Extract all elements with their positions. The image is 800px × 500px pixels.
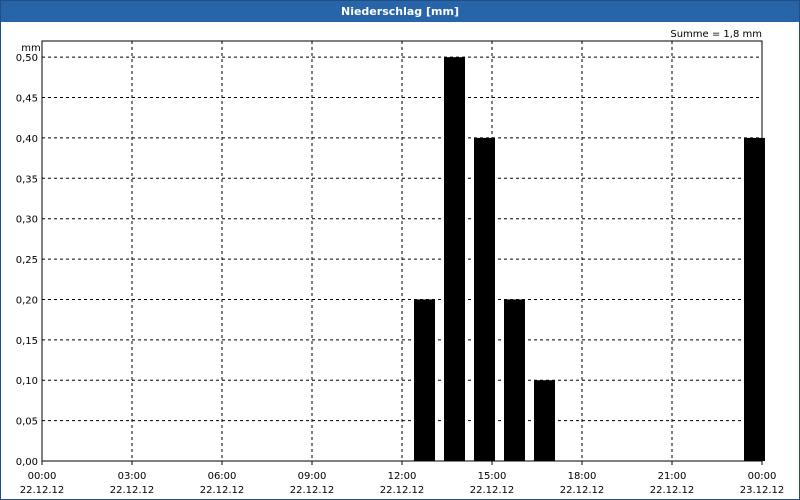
x-tick-time: 18:00: [568, 471, 597, 482]
x-tick-date: 22.12.12: [20, 485, 65, 496]
x-tick-time: 00:00: [748, 471, 777, 482]
y-tick-label: 0,40: [16, 134, 38, 145]
bar: [474, 137, 495, 461]
x-tick-time: 15:00: [478, 471, 507, 482]
y-tick-label: 0,15: [16, 336, 38, 347]
chart-window: Niederschlag [mm] Summe = 1,8 mm mm 0,00…: [0, 0, 800, 500]
x-tick-date: 22.12.12: [110, 485, 155, 496]
x-tick-date: 22.12.12: [470, 485, 515, 496]
sum-annotation: Summe = 1,8 mm: [670, 29, 762, 40]
x-tick-date: 22.12.12: [200, 485, 245, 496]
x-tick-date: 22.12.12: [560, 485, 605, 496]
x-tick-date: 22.12.12: [650, 485, 695, 496]
bar: [504, 299, 525, 461]
y-tick-label: 0,35: [16, 174, 38, 185]
y-tick-label: 0,20: [16, 295, 38, 306]
x-tick-date: 22.12.12: [290, 485, 335, 496]
x-tick-date: 22.12.12: [380, 485, 425, 496]
bar: [534, 380, 555, 461]
x-tick-time: 09:00: [298, 471, 327, 482]
bar: [444, 57, 465, 462]
x-tick-date: 23.12.12: [740, 485, 785, 496]
grid-lines: [42, 41, 762, 461]
x-tick-time: 06:00: [208, 471, 237, 482]
x-tick-time: 00:00: [28, 471, 57, 482]
y-tick-label: 0,00: [16, 457, 38, 468]
y-tick-label: 0,10: [16, 376, 38, 387]
y-tick-label: 0,50: [16, 53, 38, 64]
y-tick-label: 0,30: [16, 215, 38, 226]
y-tick-label: 0,05: [16, 417, 38, 428]
x-tick-time: 12:00: [388, 471, 417, 482]
bar: [414, 299, 435, 461]
window-title: Niederschlag [mm]: [1, 1, 799, 22]
x-tick-time: 03:00: [118, 471, 147, 482]
y-tick-label: 0,25: [16, 255, 38, 266]
y-tick-label: 0,45: [16, 94, 38, 105]
axes: 0,00 0,05 0,10 0,15 0,20 0,25 0,30 0,35 0,40 0,45…: [16, 40, 785, 496]
x-tick-time: 21:00: [658, 471, 687, 482]
precipitation-chart: Summe = 1,8 mm mm 0,000,050,100,150,200,…: [16, 29, 785, 496]
